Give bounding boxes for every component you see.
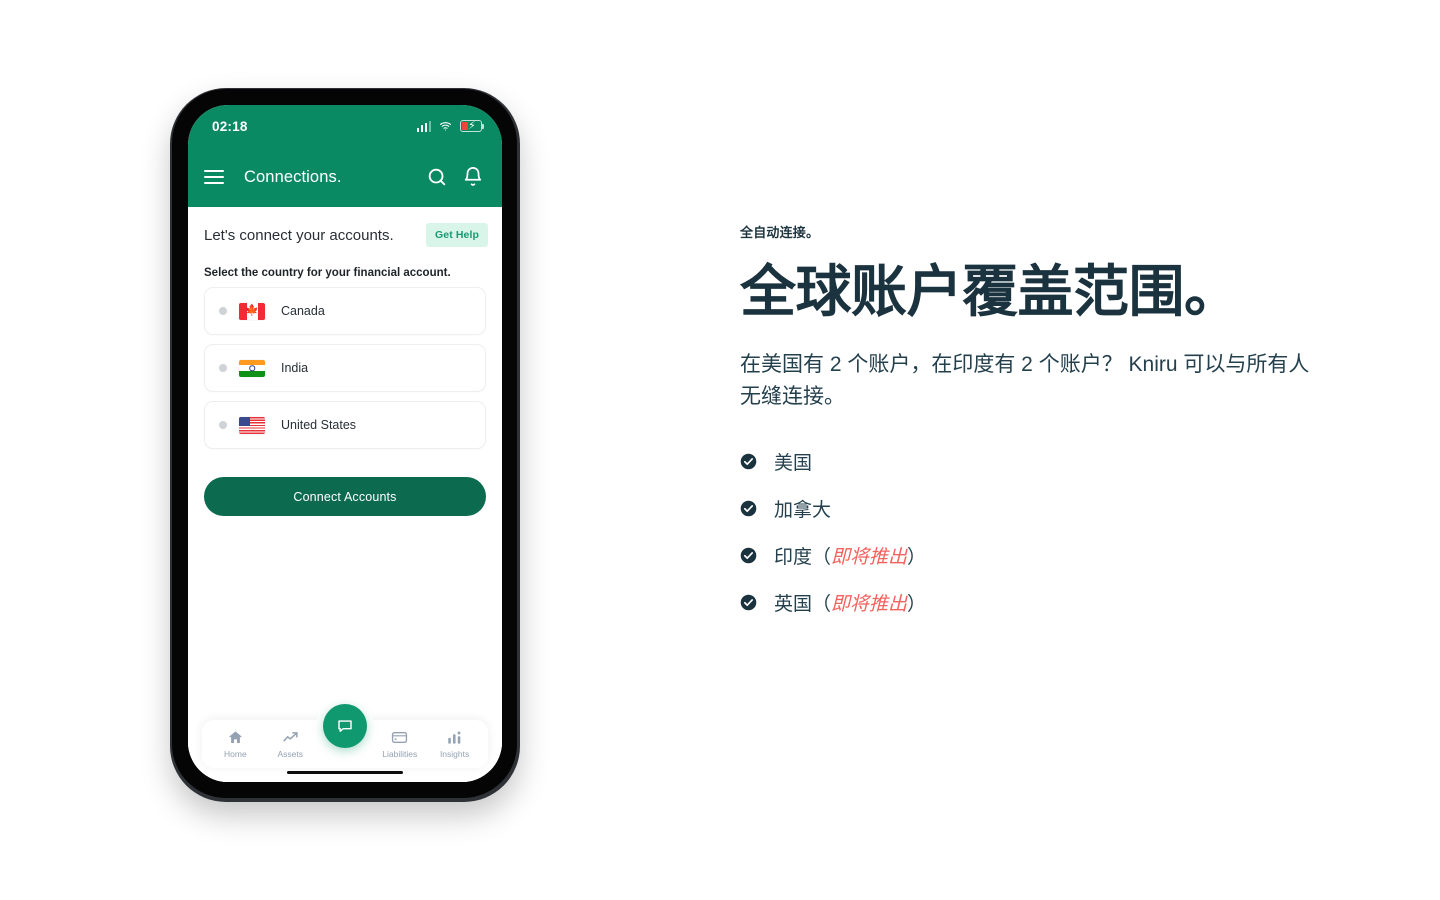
checklist-label: 印度（即将推出） (774, 542, 926, 569)
check-circle-icon (740, 594, 757, 611)
checklist-country: 印度 (774, 547, 813, 569)
nav-label: Liabilities (382, 749, 418, 759)
country-option-india[interactable]: India (204, 344, 486, 392)
country-label: Canada (281, 304, 325, 318)
wifi-icon (439, 122, 452, 131)
marketing-copy: 全自动连接。 全球账户覆盖范围。 在美国有 2 个账户，在印度有 2 个账户？ … (740, 222, 1360, 616)
credit-card-icon (392, 732, 408, 743)
note-close: ） (907, 594, 927, 616)
trending-up-icon (283, 732, 298, 742)
checklist-item: 加拿大 (740, 495, 1360, 522)
phone-mockup: 02:18 ⚡ Connections. Let's connect your … (170, 88, 520, 802)
radio-indicator[interactable] (219, 364, 227, 372)
headline: 全球账户覆盖范围。 (740, 260, 1240, 323)
checklist-country: 加拿大 (774, 500, 832, 522)
home-icon (229, 731, 242, 743)
eyebrow-text: 全自动连接。 (740, 225, 820, 240)
nav-item-assets[interactable]: Assets (263, 729, 318, 759)
coverage-checklist: 美国 加拿大 印度（即将推出） 英国（即将推出） (740, 448, 1360, 616)
country-label: India (281, 361, 309, 375)
app-bar-title: Connections. (244, 167, 342, 186)
coming-soon-badge: 即将推出 (831, 547, 908, 569)
checklist-item: 印度（即将推出） (740, 542, 1360, 569)
radio-indicator[interactable] (219, 421, 227, 429)
search-icon[interactable] (426, 166, 448, 188)
chat-bubble-icon (338, 720, 352, 732)
app-bar: Connections. (188, 147, 502, 207)
nav-label: Home (224, 749, 247, 759)
status-icons: ⚡ (416, 120, 485, 132)
check-circle-icon (740, 453, 757, 470)
checklist-item: 美国 (740, 448, 1360, 475)
lede-paragraph: 在美国有 2 个账户，在印度有 2 个账户？ Kniru 可以与所有人无缝连接。 (740, 353, 1310, 408)
bottom-navigation: Home Assets Liabilities Insights (188, 704, 502, 782)
bell-icon[interactable] (462, 166, 484, 188)
status-time: 02:18 (212, 118, 248, 134)
country-option-united-states[interactable]: United States (204, 401, 486, 449)
chat-fab-button[interactable] (323, 704, 367, 748)
radio-indicator[interactable] (219, 307, 227, 315)
nav-item-liabilities[interactable]: Liabilities (372, 729, 427, 759)
checklist-label: 英国（即将推出） (774, 589, 926, 616)
screen-content: Let's connect your accounts. Get Help Se… (188, 207, 502, 782)
home-indicator (287, 770, 403, 774)
country-label: United States (281, 418, 357, 432)
cellular-signal-icon (416, 120, 431, 132)
nav-label: Insights (439, 749, 470, 759)
page-title: Let's connect your accounts. (204, 226, 394, 244)
checklist-country: 美国 (774, 453, 813, 475)
flag-india-icon (239, 359, 265, 377)
nav-item-home[interactable]: Home (208, 729, 263, 759)
country-option-canada[interactable]: 🍁 Canada (204, 287, 486, 335)
check-circle-icon (740, 547, 757, 564)
checklist-item: 英国（即将推出） (740, 589, 1360, 616)
checklist-country: 英国 (774, 594, 813, 616)
checklist-label: 加拿大 (774, 495, 831, 522)
section-header: Let's connect your accounts. Get Help (188, 207, 502, 247)
flag-united-states-icon (239, 416, 265, 434)
note-open: （ (812, 594, 832, 616)
get-help-button[interactable]: Get Help (426, 223, 488, 247)
checklist-label: 美国 (774, 448, 812, 475)
phone-screen: 02:18 ⚡ Connections. Let's connect your … (188, 105, 502, 782)
country-list: 🍁 Canada India United States (188, 287, 502, 449)
nav-label: Assets (277, 749, 303, 759)
connect-accounts-button[interactable]: Connect Accounts (204, 477, 486, 516)
battery-charging-low-icon: ⚡ (460, 120, 485, 132)
coming-soon-badge: 即将推出 (831, 594, 908, 616)
country-select-label: Select the country for your financial ac… (204, 267, 451, 279)
note-open: （ (812, 547, 832, 569)
page-root: 02:18 ⚡ Connections. Let's connect your … (0, 0, 1440, 900)
check-circle-icon (740, 500, 757, 517)
bar-chart-icon (448, 731, 461, 744)
hamburger-menu-icon[interactable] (204, 169, 224, 185)
flag-canada-icon: 🍁 (239, 302, 265, 320)
note-close: ） (907, 547, 927, 569)
nav-item-insights[interactable]: Insights (427, 729, 482, 759)
status-bar: 02:18 ⚡ (188, 105, 502, 147)
